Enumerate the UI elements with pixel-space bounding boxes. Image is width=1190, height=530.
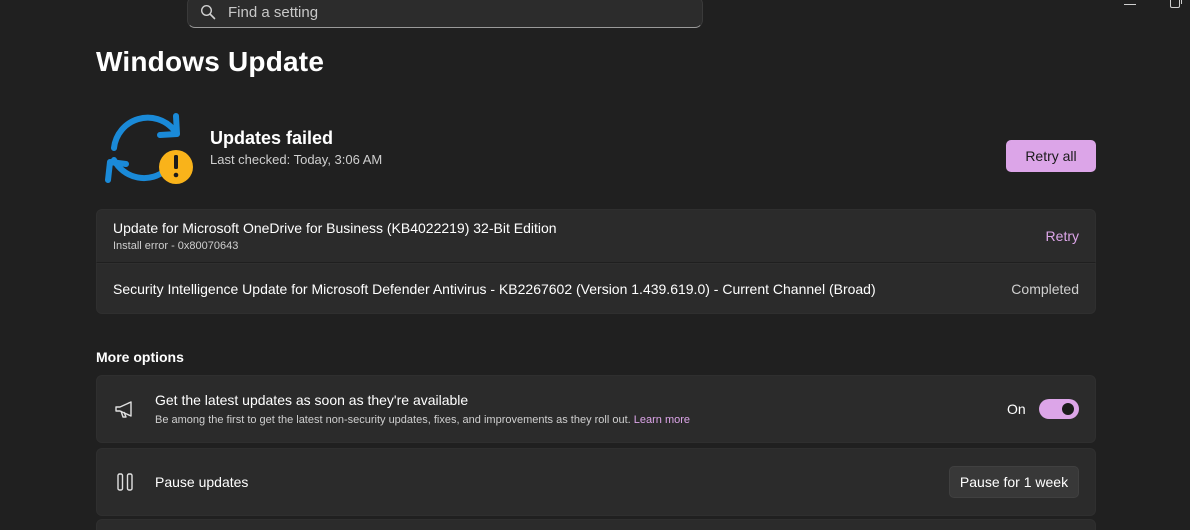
retry-link[interactable]: Retry	[1046, 228, 1079, 244]
updates-list: Update for Microsoft OneDrive for Busine…	[96, 209, 1096, 314]
learn-more-link[interactable]: Learn more	[634, 414, 690, 426]
settings-window: Windows Update Updates failed Last check…	[0, 0, 1190, 530]
sync-icon	[105, 113, 193, 184]
next-option-card[interactable]	[96, 519, 1096, 530]
maximize-icon[interactable]	[1170, 0, 1182, 8]
pause-updates-option: Pause updates Pause for 1 week	[96, 448, 1096, 516]
search-box[interactable]	[187, 0, 703, 28]
latest-updates-desc: Be among the first to get the latest non…	[155, 414, 631, 426]
latest-updates-title: Get the latest updates as soon as they'r…	[155, 392, 469, 408]
page-title: Windows Update	[96, 46, 325, 77]
megaphone-icon	[115, 401, 132, 418]
update-item: Security Intelligence Update for Microso…	[96, 263, 1096, 314]
pause-for-1-week-button[interactable]: Pause for 1 week	[949, 466, 1079, 498]
minimize-icon[interactable]	[1124, 4, 1136, 5]
update-state: Completed	[1011, 280, 1079, 297]
toggle-state-label: On	[1007, 401, 1026, 417]
update-title: Security Intelligence Update for Microso…	[113, 280, 876, 297]
pause-updates-title: Pause updates	[155, 474, 249, 490]
retry-all-button[interactable]: Retry all	[1006, 140, 1096, 172]
latest-updates-toggle[interactable]	[1039, 399, 1079, 419]
last-checked-text: Last checked: Today, 3:06 AM	[210, 152, 383, 167]
pause-icon	[117, 473, 133, 491]
update-title: Update for Microsoft OneDrive for Busine…	[113, 220, 557, 236]
status-title: Updates failed	[210, 128, 334, 148]
update-error: Install error - 0x80070643	[113, 240, 239, 252]
search-icon	[200, 4, 216, 20]
search-input[interactable]	[228, 3, 668, 21]
more-options-heading: More options	[96, 349, 184, 365]
warning-icon	[159, 150, 193, 184]
toggle-knob	[1062, 403, 1074, 415]
update-item: Update for Microsoft OneDrive for Busine…	[96, 209, 1096, 263]
latest-updates-option[interactable]: Get the latest updates as soon as they'r…	[96, 375, 1096, 443]
